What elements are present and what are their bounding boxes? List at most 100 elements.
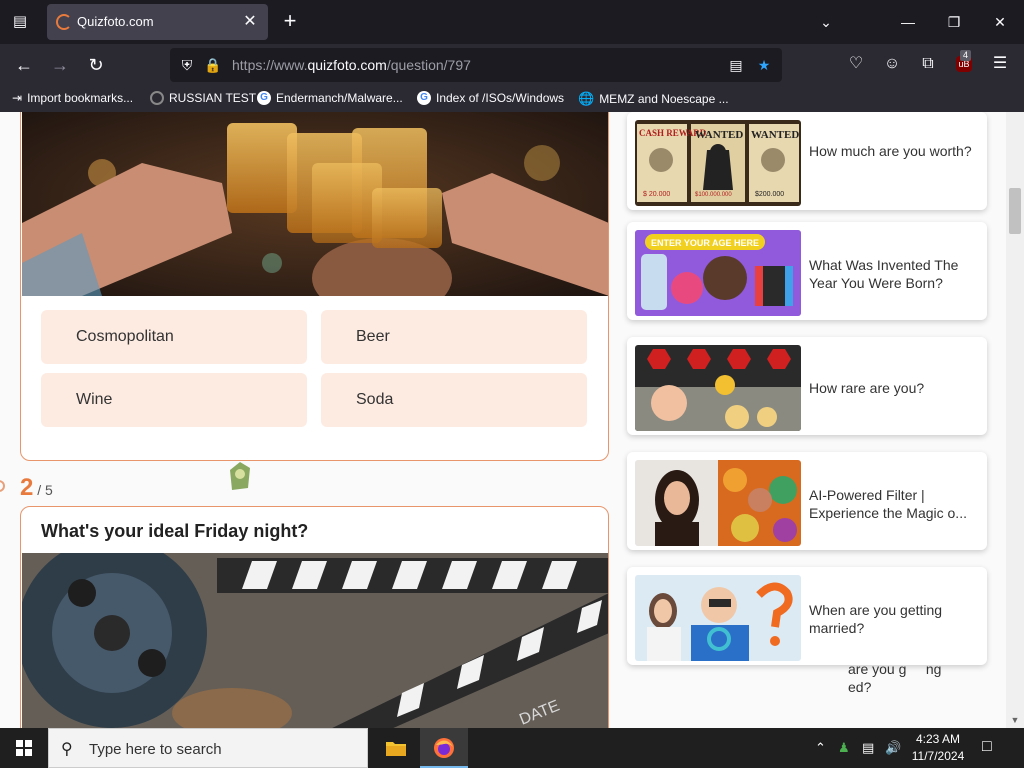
answer-option-beer[interactable]: Beer [321, 310, 587, 364]
sidebar-quiz-card[interactable]: How rare are you? [627, 337, 987, 435]
svg-text:$ 20.000: $ 20.000 [643, 191, 670, 198]
question-card-2: What's your ideal Friday night? DATE [20, 506, 609, 728]
current-question-number: 2 [20, 474, 34, 501]
site-favicon-icon [150, 91, 164, 105]
rare-traits-thumbnail [635, 345, 801, 431]
show-hidden-icons-chevron-icon[interactable]: ⌃ [815, 740, 826, 756]
bookmark-index-isos[interactable]: G Index of /ISOs/Windows [417, 91, 564, 105]
tab-list-icon[interactable]: ▤ [8, 10, 32, 34]
sidebar-quiz-title: AI-Powered Filter | Experience the Magic… [809, 487, 967, 521]
svg-text:WANTED: WANTED [751, 129, 799, 141]
scrollbar-thumb[interactable] [1009, 188, 1021, 234]
svg-text:ENTER YOUR AGE HERE: ENTER YOUR AGE HERE [651, 238, 759, 248]
sidebar-quiz-card[interactable]: When are you getting married? [627, 567, 987, 665]
page-viewport: Cosmopolitan Beer Wine Soda 2 / 5 What's… [0, 112, 1024, 728]
marriage-quiz-thumbnail [635, 575, 801, 661]
tracking-protection-shield-icon[interactable]: ⛨ [178, 56, 196, 74]
url-text[interactable]: https://www.quizfoto.com/question/797 [232, 57, 471, 73]
beer-toast-photo [22, 112, 608, 296]
sidebar-quiz-card[interactable]: ENTER YOUR AGE HERE What Was Invented Th… [627, 222, 987, 320]
reader-view-icon[interactable]: ▤ [727, 56, 745, 74]
menu-hamburger-icon[interactable]: ☰ [988, 52, 1012, 76]
sidebar-quiz-card[interactable]: AI-Powered Filter | Experience the Magic… [627, 452, 987, 550]
close-window-button[interactable]: ✕ [990, 12, 1010, 32]
taskbar-search-box[interactable]: ⚲ Type here to search [48, 728, 368, 768]
film-clapperboard-photo: DATE [22, 553, 608, 728]
svg-text:WANTED: WANTED [695, 129, 743, 141]
bookmarks-toolbar: ⇥ Import bookmarks... RUSSIAN TEST G End… [0, 86, 1024, 112]
ublock-badge: 4 [960, 50, 972, 61]
sidebar-quiz-title: How much are you worth? [809, 143, 972, 159]
browser-navigation-bar: ← → ↻ ⛨ 🔒 https://www.quizfoto.com/quest… [0, 44, 1024, 86]
file-explorer-taskbar-button[interactable] [372, 728, 420, 768]
lock-icon[interactable]: 🔒 [204, 56, 222, 74]
answer-option-wine[interactable]: Wine [41, 373, 307, 427]
bookmark-russian-test[interactable]: RUSSIAN TEST [150, 91, 256, 105]
ai-filter-thumbnail [635, 460, 801, 546]
google-icon: G [257, 91, 271, 105]
firefox-taskbar-button[interactable] [420, 728, 468, 768]
bookmark-label: Endermanch/Malware... [276, 91, 403, 105]
bookmark-label: MEMZ and Noescape ... [599, 92, 729, 106]
search-icon: ⚲ [61, 741, 73, 758]
firefox-icon [434, 738, 454, 758]
answer-label: Beer [356, 328, 390, 345]
pocket-icon[interactable]: ♡ [844, 52, 868, 76]
reload-icon[interactable]: ↻ [83, 52, 109, 78]
account-icon[interactable]: ☺ [880, 52, 904, 76]
folder-icon [386, 742, 406, 756]
bookmark-star-icon[interactable]: ★ [755, 56, 773, 74]
question-card-1: Cosmopolitan Beer Wine Soda [20, 112, 609, 461]
svg-text:$100.000.000: $100.000.000 [695, 192, 732, 198]
taskbar-clock[interactable]: 4:23 AM 11/7/2024 [906, 731, 970, 765]
windows-taskbar: ⚲ Type here to search ⌃ ♟ ▤ 🔊 4:23 AM 11… [0, 728, 1024, 768]
notifications-icon[interactable]: □ [982, 738, 992, 756]
sidebar-quiz-title: What Was Invented The Year You Were Born… [809, 257, 959, 291]
total-questions: / 5 [37, 482, 53, 498]
tab-title: Quizfoto.com [77, 14, 154, 29]
question-title: What's your ideal Friday night? [41, 521, 309, 541]
bookmark-memz[interactable]: 🌐 MEMZ and Noescape ... [578, 91, 729, 107]
forward-arrow-icon[interactable]: → [47, 52, 73, 78]
windows-logo-icon [16, 740, 32, 756]
list-all-tabs-chevron-icon[interactable]: ⌄ [816, 12, 836, 32]
bookmark-label: RUSSIAN TEST [169, 91, 257, 105]
answer-label: Cosmopolitan [76, 328, 174, 345]
close-tab-icon[interactable]: ✕ [240, 12, 260, 32]
import-icon: ⇥ [12, 91, 23, 105]
search-placeholder: Type here to search [89, 741, 222, 758]
bookmark-import[interactable]: ⇥ Import bookmarks... [12, 91, 133, 105]
site-favicon-icon [56, 14, 72, 30]
minimize-window-button[interactable]: — [898, 12, 918, 32]
progress-dot-icon [0, 480, 5, 492]
network-icon[interactable]: ▤ [862, 740, 874, 756]
bookmark-label: Import bookmarks... [27, 91, 134, 105]
wanted-posters-thumbnail: CASH REWARD WANTED WANTED $ 20.000 $100.… [635, 120, 801, 206]
browser-tab-bar: ▤ Quizfoto.com ✕ + ⌄ — ❐ ✕ [0, 0, 1024, 44]
overlapping-ghost-text: are you g ng ed? [848, 660, 978, 696]
start-button[interactable] [0, 728, 48, 768]
answer-option-soda[interactable]: Soda [321, 373, 587, 427]
age-invention-thumbnail: ENTER YOUR AGE HERE [635, 230, 801, 316]
extensions-puzzle-icon[interactable]: ⧉ [916, 52, 940, 76]
page-scrollbar[interactable]: ▼ [1006, 112, 1024, 728]
bookmark-endermanch[interactable]: G Endermanch/Malware... [257, 91, 403, 105]
new-tab-button[interactable]: + [279, 10, 301, 34]
back-arrow-icon[interactable]: ← [11, 52, 37, 78]
scroll-down-arrow-icon[interactable]: ▼ [1009, 714, 1021, 726]
sidebar-quiz-card[interactable]: CASH REWARD WANTED WANTED $ 20.000 $100.… [627, 112, 987, 210]
globe-icon: 🌐 [578, 91, 595, 106]
restore-window-button[interactable]: ❐ [944, 12, 964, 32]
user-tray-icon[interactable]: ♟ [838, 740, 850, 756]
svg-text:$200.000: $200.000 [755, 191, 784, 198]
clock-date: 11/7/2024 [911, 749, 965, 763]
answer-label: Wine [76, 391, 113, 408]
answer-option-cosmopolitan[interactable]: Cosmopolitan [41, 310, 307, 364]
address-bar[interactable]: ⛨ 🔒 https://www.quizfoto.com/question/79… [170, 48, 782, 82]
volume-icon[interactable]: 🔊 [885, 740, 901, 756]
decorative-sticker-icon [230, 462, 250, 490]
question-counter: 2 / 5 [20, 474, 53, 502]
active-tab[interactable]: Quizfoto.com ✕ [47, 4, 268, 40]
answer-label: Soda [356, 391, 394, 408]
bookmark-label: Index of /ISOs/Windows [436, 91, 565, 105]
